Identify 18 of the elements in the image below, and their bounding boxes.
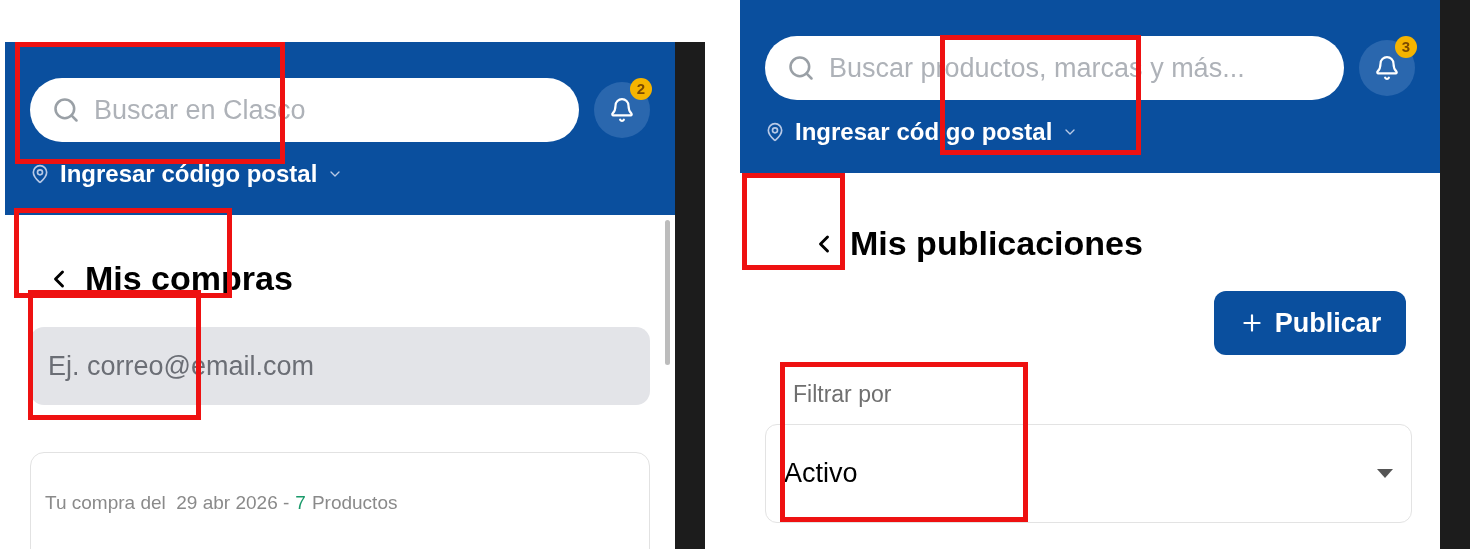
publish-button[interactable]: Publicar xyxy=(1214,291,1406,355)
location-pin-icon xyxy=(30,164,50,184)
purchase-date: Tu compra del 29 abr 2026 - xyxy=(45,491,290,515)
search-icon xyxy=(787,54,815,82)
product-count: 7 xyxy=(295,491,306,515)
product-label: Productos xyxy=(311,491,398,515)
bell-icon xyxy=(609,97,635,123)
notification-badge: 3 xyxy=(1395,36,1417,58)
search-icon xyxy=(52,96,80,124)
location-pin-icon xyxy=(765,122,785,142)
bell-icon xyxy=(1374,55,1400,81)
postal-code-selector[interactable]: Ingresar código postal xyxy=(30,156,650,192)
filter-label: Filtrar por xyxy=(793,380,893,409)
page-title: Mis publicaciones xyxy=(850,223,1143,264)
filter-select[interactable]: Activo xyxy=(765,423,1412,523)
purchase-card[interactable]: Tu compra del 29 abr 2026 - 7 Productos xyxy=(30,452,650,549)
dropdown-caret-icon xyxy=(1377,468,1393,478)
notification-badge: 2 xyxy=(630,78,652,100)
